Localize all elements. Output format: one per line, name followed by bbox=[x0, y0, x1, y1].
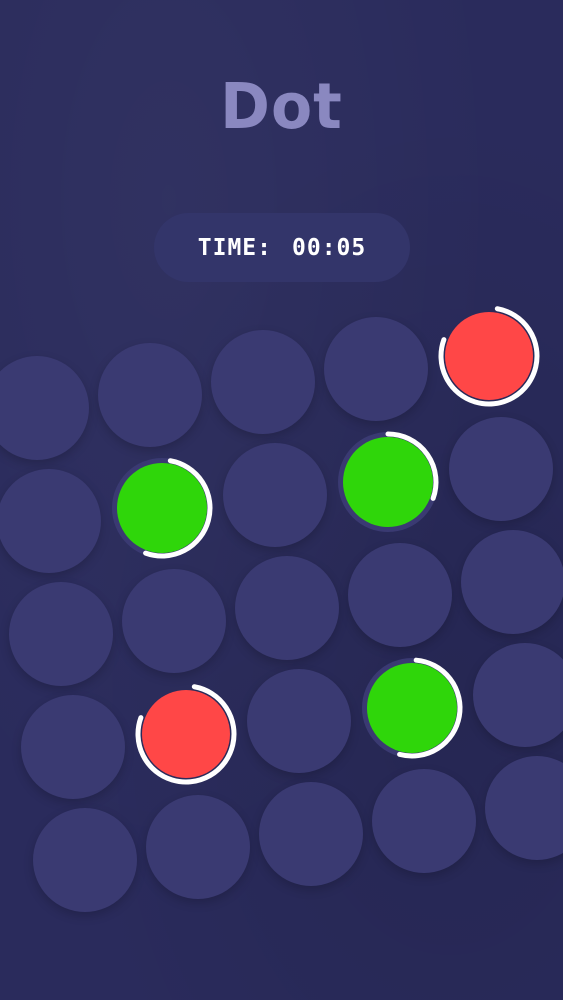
empty-slot bbox=[324, 317, 428, 421]
empty-slot bbox=[98, 343, 202, 447]
empty-slot bbox=[122, 569, 226, 673]
empty-slot bbox=[473, 643, 563, 747]
empty-slot bbox=[259, 782, 363, 886]
green-dot[interactable] bbox=[336, 430, 440, 534]
red-dot[interactable] bbox=[134, 682, 238, 786]
green-dot[interactable] bbox=[360, 656, 464, 760]
green-dot[interactable] bbox=[110, 456, 214, 560]
empty-slot bbox=[247, 669, 351, 773]
empty-slot bbox=[223, 443, 327, 547]
empty-slot bbox=[461, 530, 563, 634]
empty-slot bbox=[0, 469, 101, 573]
empty-slot bbox=[449, 417, 553, 521]
empty-slot bbox=[146, 795, 250, 899]
empty-slot bbox=[21, 695, 125, 799]
red-dot[interactable] bbox=[437, 304, 541, 408]
empty-slot bbox=[0, 356, 89, 460]
empty-slot bbox=[372, 769, 476, 873]
empty-slot bbox=[211, 330, 315, 434]
empty-slot bbox=[33, 808, 137, 912]
empty-slot bbox=[485, 756, 563, 860]
empty-slot bbox=[235, 556, 339, 660]
empty-slot bbox=[9, 582, 113, 686]
dot-board bbox=[0, 0, 563, 1000]
empty-slot bbox=[348, 543, 452, 647]
